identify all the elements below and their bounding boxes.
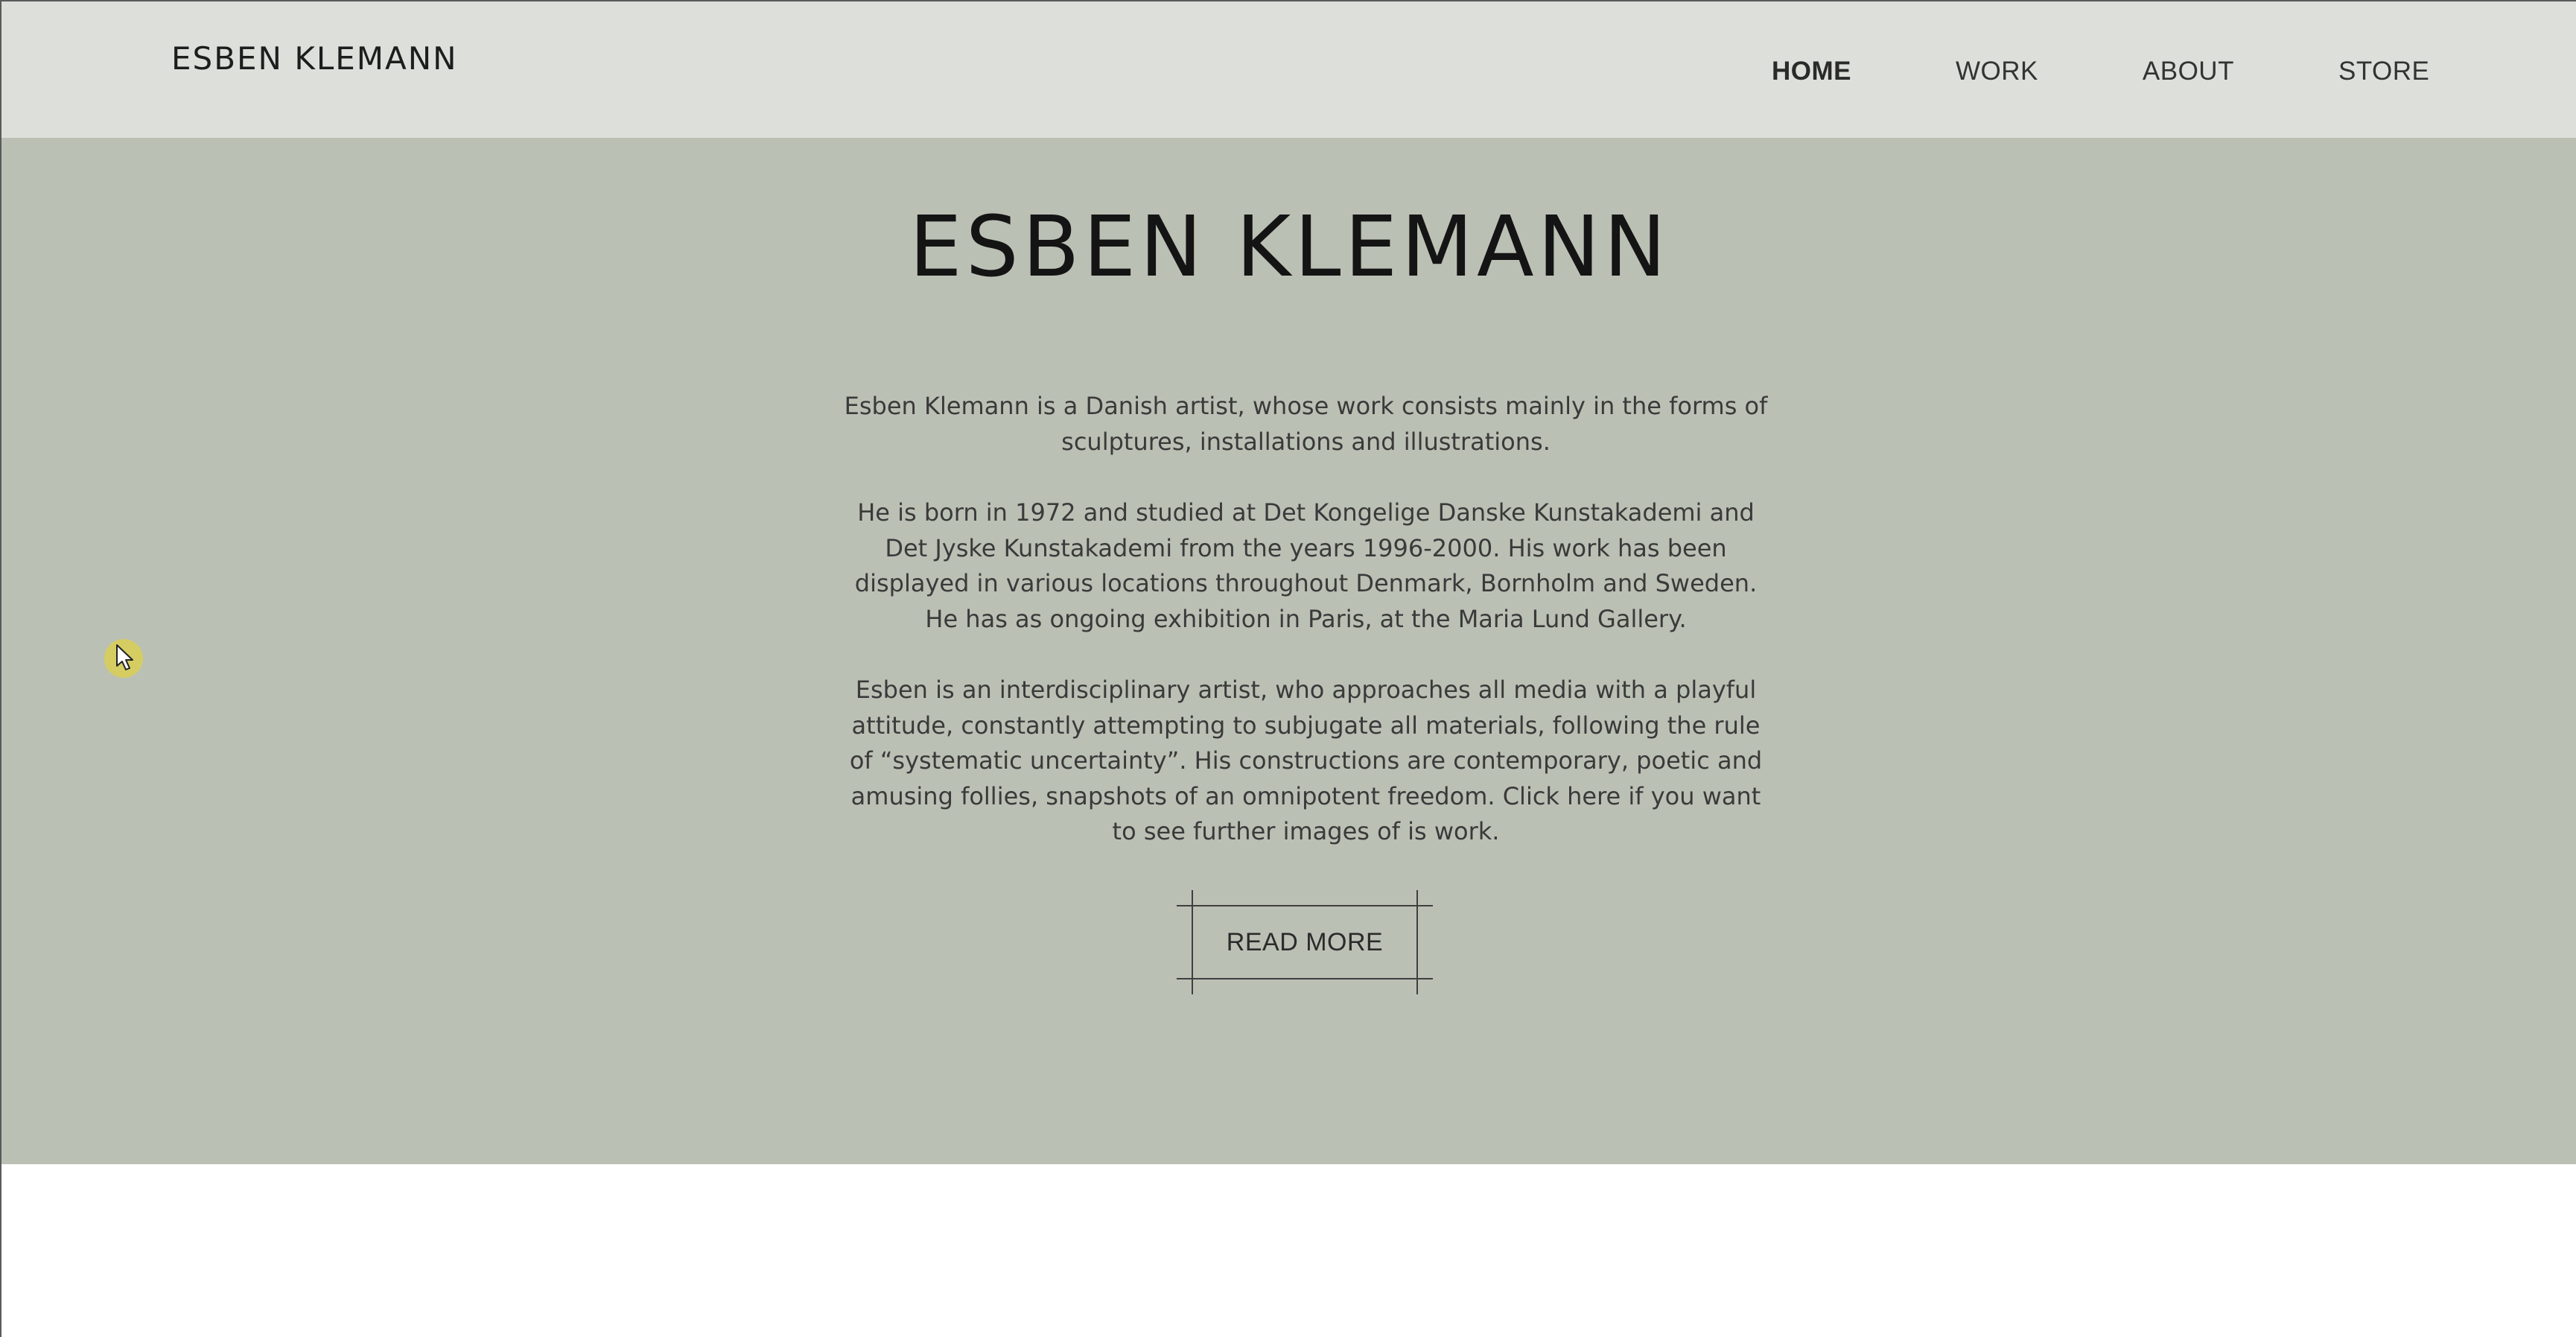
bio-paragraph-2: He is born in 1972 and studied at Det Ko… [854,498,1758,633]
cursor-highlight [104,639,143,678]
bio-paragraph-3: Esben is an interdisciplinary artist, wh… [849,676,1763,845]
bio-text: Esben Klemann is a Danish artist, whose … [842,389,1769,850]
hero-title: ESBEN KLEMANN [909,199,1670,296]
read-more-button[interactable]: READ MORE [1177,890,1433,994]
button-frame-line [1177,978,1433,979]
read-more-label: READ MORE [1226,927,1384,956]
site-header: ESBEN KLEMANN HOME WORK ABOUT STORE [0,0,2576,138]
nav-item-work[interactable]: WORK [1956,57,2038,86]
bio-paragraph-1: Esben Klemann is a Danish artist, whose … [844,392,1768,456]
nav-item-about[interactable]: ABOUT [2143,57,2234,86]
button-frame-line [1416,890,1418,994]
nav-item-store[interactable]: STORE [2338,57,2429,86]
mouse-pointer-icon [116,644,133,670]
main-nav: HOME WORK ABOUT STORE [1772,52,2429,91]
hero-section: ESBEN KLEMANN Esben Klemann is a Danish … [0,138,2576,1164]
nav-item-home[interactable]: HOME [1772,57,1851,86]
site-logo[interactable]: ESBEN KLEMANN [171,40,458,77]
